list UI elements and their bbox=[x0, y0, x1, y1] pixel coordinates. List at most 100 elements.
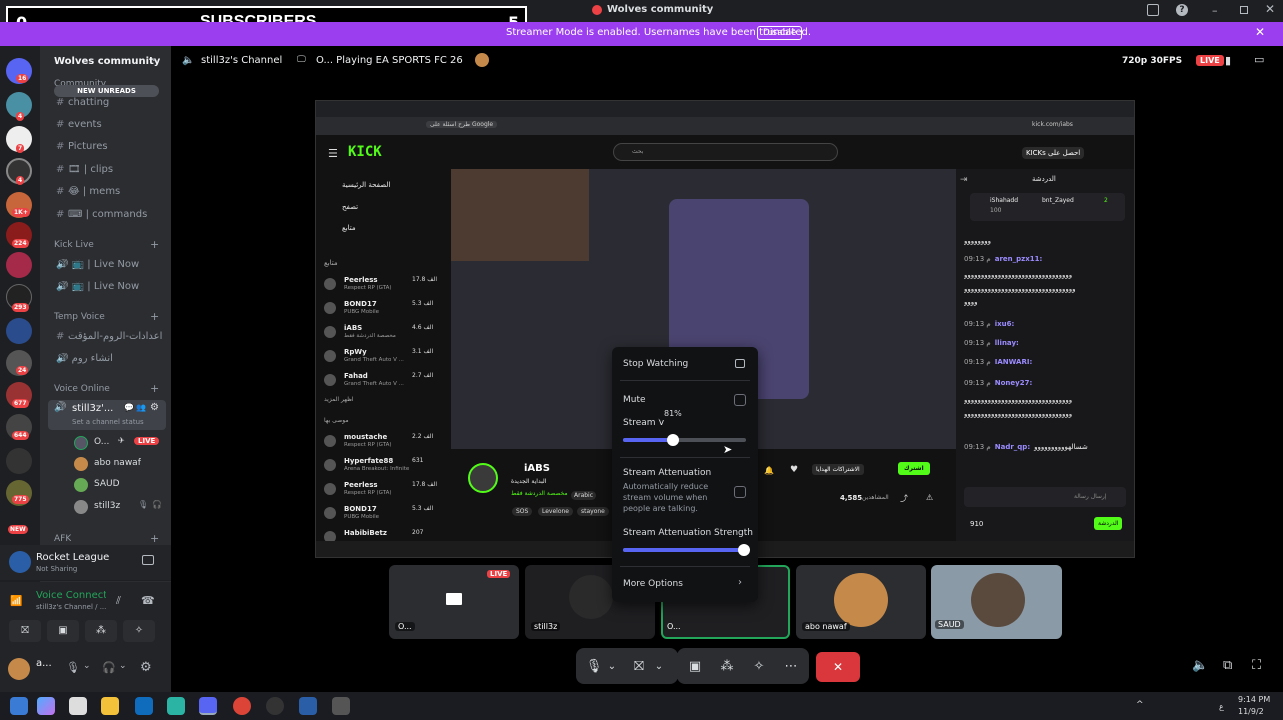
chat-username[interactable]: IANWARI: bbox=[995, 358, 1033, 366]
activities-button[interactable]: ⁂ bbox=[713, 652, 741, 680]
voice-user[interactable]: O... ✈ LIVE bbox=[74, 435, 164, 451]
windows-start-icon[interactable] bbox=[10, 697, 28, 715]
disconnect-icon[interactable]: ☎ bbox=[141, 594, 155, 607]
channel-create-room[interactable]: 🔊 انشاء روم bbox=[56, 353, 113, 364]
collapse-icon[interactable]: ▭ bbox=[1254, 53, 1264, 66]
fullscreen-icon[interactable]: ⛶ bbox=[1252, 658, 1261, 673]
chevron-down-icon[interactable]: ⌄ bbox=[649, 652, 669, 680]
invite-icon[interactable]: 👥 bbox=[136, 403, 146, 412]
strength-slider-handle[interactable] bbox=[738, 544, 750, 556]
menu-more-options[interactable]: More Options bbox=[623, 579, 683, 589]
kick-channel-name[interactable]: Hyperfate88 bbox=[344, 457, 393, 465]
channel-live-now-2[interactable]: 🔊 📺 | Live Now bbox=[56, 281, 139, 292]
chat-username[interactable]: llinay: bbox=[995, 339, 1019, 347]
chevron-down-icon[interactable]: ⌄ bbox=[83, 661, 91, 671]
menu-stop-watching[interactable]: Stop Watching bbox=[623, 359, 688, 369]
attenuation-checkbox[interactable] bbox=[734, 486, 746, 498]
add-channel-icon[interactable]: + bbox=[150, 310, 159, 323]
kick-channel-name[interactable]: HabibiBetz bbox=[344, 529, 387, 537]
kick-channel-name[interactable]: RpWy bbox=[344, 348, 367, 356]
kick-channel-name[interactable]: BOND17 bbox=[344, 300, 377, 308]
more-options-button[interactable]: ⋯ bbox=[777, 652, 805, 680]
kick-show-more[interactable]: اظهر المزيد bbox=[324, 396, 354, 403]
kick-chat-input[interactable]: إرسال رسالة bbox=[964, 487, 1126, 507]
chat-username[interactable]: aren_pzx11: bbox=[995, 255, 1043, 263]
soundboard-button[interactable]: ✧ bbox=[745, 652, 773, 680]
voice-status[interactable]: Voice Connected bbox=[36, 590, 106, 601]
kick-streamer-name[interactable]: iABS bbox=[524, 463, 550, 474]
channel-chatting[interactable]: # chatting bbox=[56, 97, 109, 108]
chevron-down-icon[interactable]: ⌄ bbox=[119, 661, 127, 671]
voice-user[interactable]: abo nawaf bbox=[74, 456, 164, 472]
kick-nav-browse[interactable]: تصفح bbox=[342, 203, 358, 211]
bell-icon[interactable]: 🔔 bbox=[764, 466, 774, 475]
kick-channel-name[interactable]: Fahad bbox=[344, 372, 368, 380]
headphones-icon[interactable]: 🎧 bbox=[102, 661, 116, 674]
edge-icon[interactable] bbox=[167, 697, 185, 715]
kick-subscribe-button[interactable]: اشترك bbox=[898, 462, 930, 475]
obs-icon[interactable] bbox=[266, 697, 284, 715]
inbox-icon[interactable] bbox=[1147, 4, 1159, 16]
screen-share-button[interactable]: ▣ bbox=[681, 652, 709, 680]
heart-icon[interactable]: ♥ bbox=[790, 465, 798, 475]
outlook-icon[interactable] bbox=[135, 697, 153, 715]
stream-channel-name[interactable]: still3z's Channel bbox=[201, 55, 282, 66]
taskbar-time[interactable]: 9:14 PM bbox=[1238, 695, 1270, 704]
kick-channel-name[interactable]: iABS bbox=[344, 324, 362, 332]
banner-disable-button[interactable]: Disable bbox=[757, 26, 803, 40]
active-voice-channel[interactable]: 🔊 still3z'... 💬 👥 ⚙ Set a channel status bbox=[48, 400, 166, 430]
rocket-league-taskbar-icon[interactable] bbox=[299, 697, 317, 715]
settings-gear-icon[interactable]: ⚙ bbox=[140, 660, 152, 675]
close-window-icon[interactable]: ✕ bbox=[1265, 2, 1275, 16]
kick-tag[interactable]: Levelone bbox=[538, 507, 574, 516]
category-afk[interactable]: AFK bbox=[54, 534, 71, 544]
share-screen-icon[interactable] bbox=[142, 555, 154, 565]
participant-tile[interactable]: SAUD bbox=[931, 565, 1062, 639]
channel-pictures[interactable]: # Pictures bbox=[56, 141, 108, 152]
store-icon[interactable] bbox=[69, 697, 87, 715]
help-icon[interactable]: ? bbox=[1176, 4, 1188, 16]
kick-nav-following[interactable]: متابع bbox=[342, 224, 356, 232]
channel-events[interactable]: # events bbox=[56, 119, 102, 130]
chat-username[interactable]: ixu6: bbox=[995, 320, 1015, 328]
address-bar[interactable]: kick.com/iabs bbox=[1032, 121, 1073, 128]
noise-suppression-icon[interactable]: ⫽ bbox=[116, 594, 121, 608]
file-explorer-icon[interactable] bbox=[101, 697, 119, 715]
bookmark-chip[interactable]: طرح اسئلة على Google bbox=[426, 121, 498, 128]
voice-user[interactable]: still3z 🎙 🎧 bbox=[74, 499, 164, 515]
kick-logo[interactable]: KICK bbox=[348, 144, 382, 160]
channel-temp-settings[interactable]: # اعدادات-الروم-المؤقت bbox=[56, 331, 162, 342]
gear-icon[interactable]: ⚙ bbox=[150, 402, 159, 413]
add-channel-icon[interactable]: + bbox=[150, 382, 159, 395]
participant-tile[interactable]: abo nawaf bbox=[796, 565, 926, 639]
avatar[interactable] bbox=[8, 658, 30, 680]
discord-taskbar-icon[interactable] bbox=[199, 697, 217, 715]
microphone-icon[interactable]: 🎙 bbox=[66, 661, 80, 674]
channel-live-now-1[interactable]: 🔊 📺 | Live Now bbox=[56, 259, 139, 270]
app-icon[interactable] bbox=[332, 697, 350, 715]
chrome-icon[interactable] bbox=[233, 697, 251, 715]
new-unreads-pill[interactable]: NEW UNREADS bbox=[54, 85, 159, 97]
menu-attenuation-title[interactable]: Stream Attenuation bbox=[623, 468, 711, 478]
chat-username[interactable]: Noney27: bbox=[995, 379, 1033, 387]
chat-username[interactable]: Nadr_qp: bbox=[995, 443, 1030, 451]
camera-off-button[interactable]: ⛝ bbox=[9, 620, 41, 642]
add-channel-icon[interactable]: + bbox=[150, 238, 159, 251]
pinned-user[interactable]: iShahadd bbox=[990, 197, 1018, 204]
kick-search-input[interactable]: بحث bbox=[613, 143, 838, 161]
attenuation-strength-slider[interactable] bbox=[623, 544, 750, 556]
server-header[interactable]: Wolves community ⌄ bbox=[40, 46, 171, 78]
voice-channel-info[interactable]: still3z's Channel / ... bbox=[36, 603, 108, 611]
chevron-down-icon[interactable]: ⌄ bbox=[602, 652, 622, 680]
channel-commands[interactable]: # ⌨ | commands bbox=[56, 209, 147, 220]
menu-icon[interactable]: ☰ bbox=[328, 147, 338, 160]
kick-channel-name[interactable]: Peerless bbox=[344, 276, 378, 284]
kick-language-tag[interactable]: Arabic bbox=[571, 491, 597, 500]
bookmark-icon[interactable]: ▮ bbox=[1225, 54, 1231, 67]
menu-mute-label[interactable]: Mute bbox=[623, 395, 646, 405]
banner-close-icon[interactable]: ✕ bbox=[1255, 25, 1265, 39]
server-icon[interactable] bbox=[6, 318, 32, 344]
tray-language[interactable]: ع bbox=[1219, 702, 1224, 711]
category-kick-live[interactable]: Kick Live bbox=[54, 240, 94, 250]
tray-chevron-icon[interactable]: ^ bbox=[1136, 700, 1144, 710]
